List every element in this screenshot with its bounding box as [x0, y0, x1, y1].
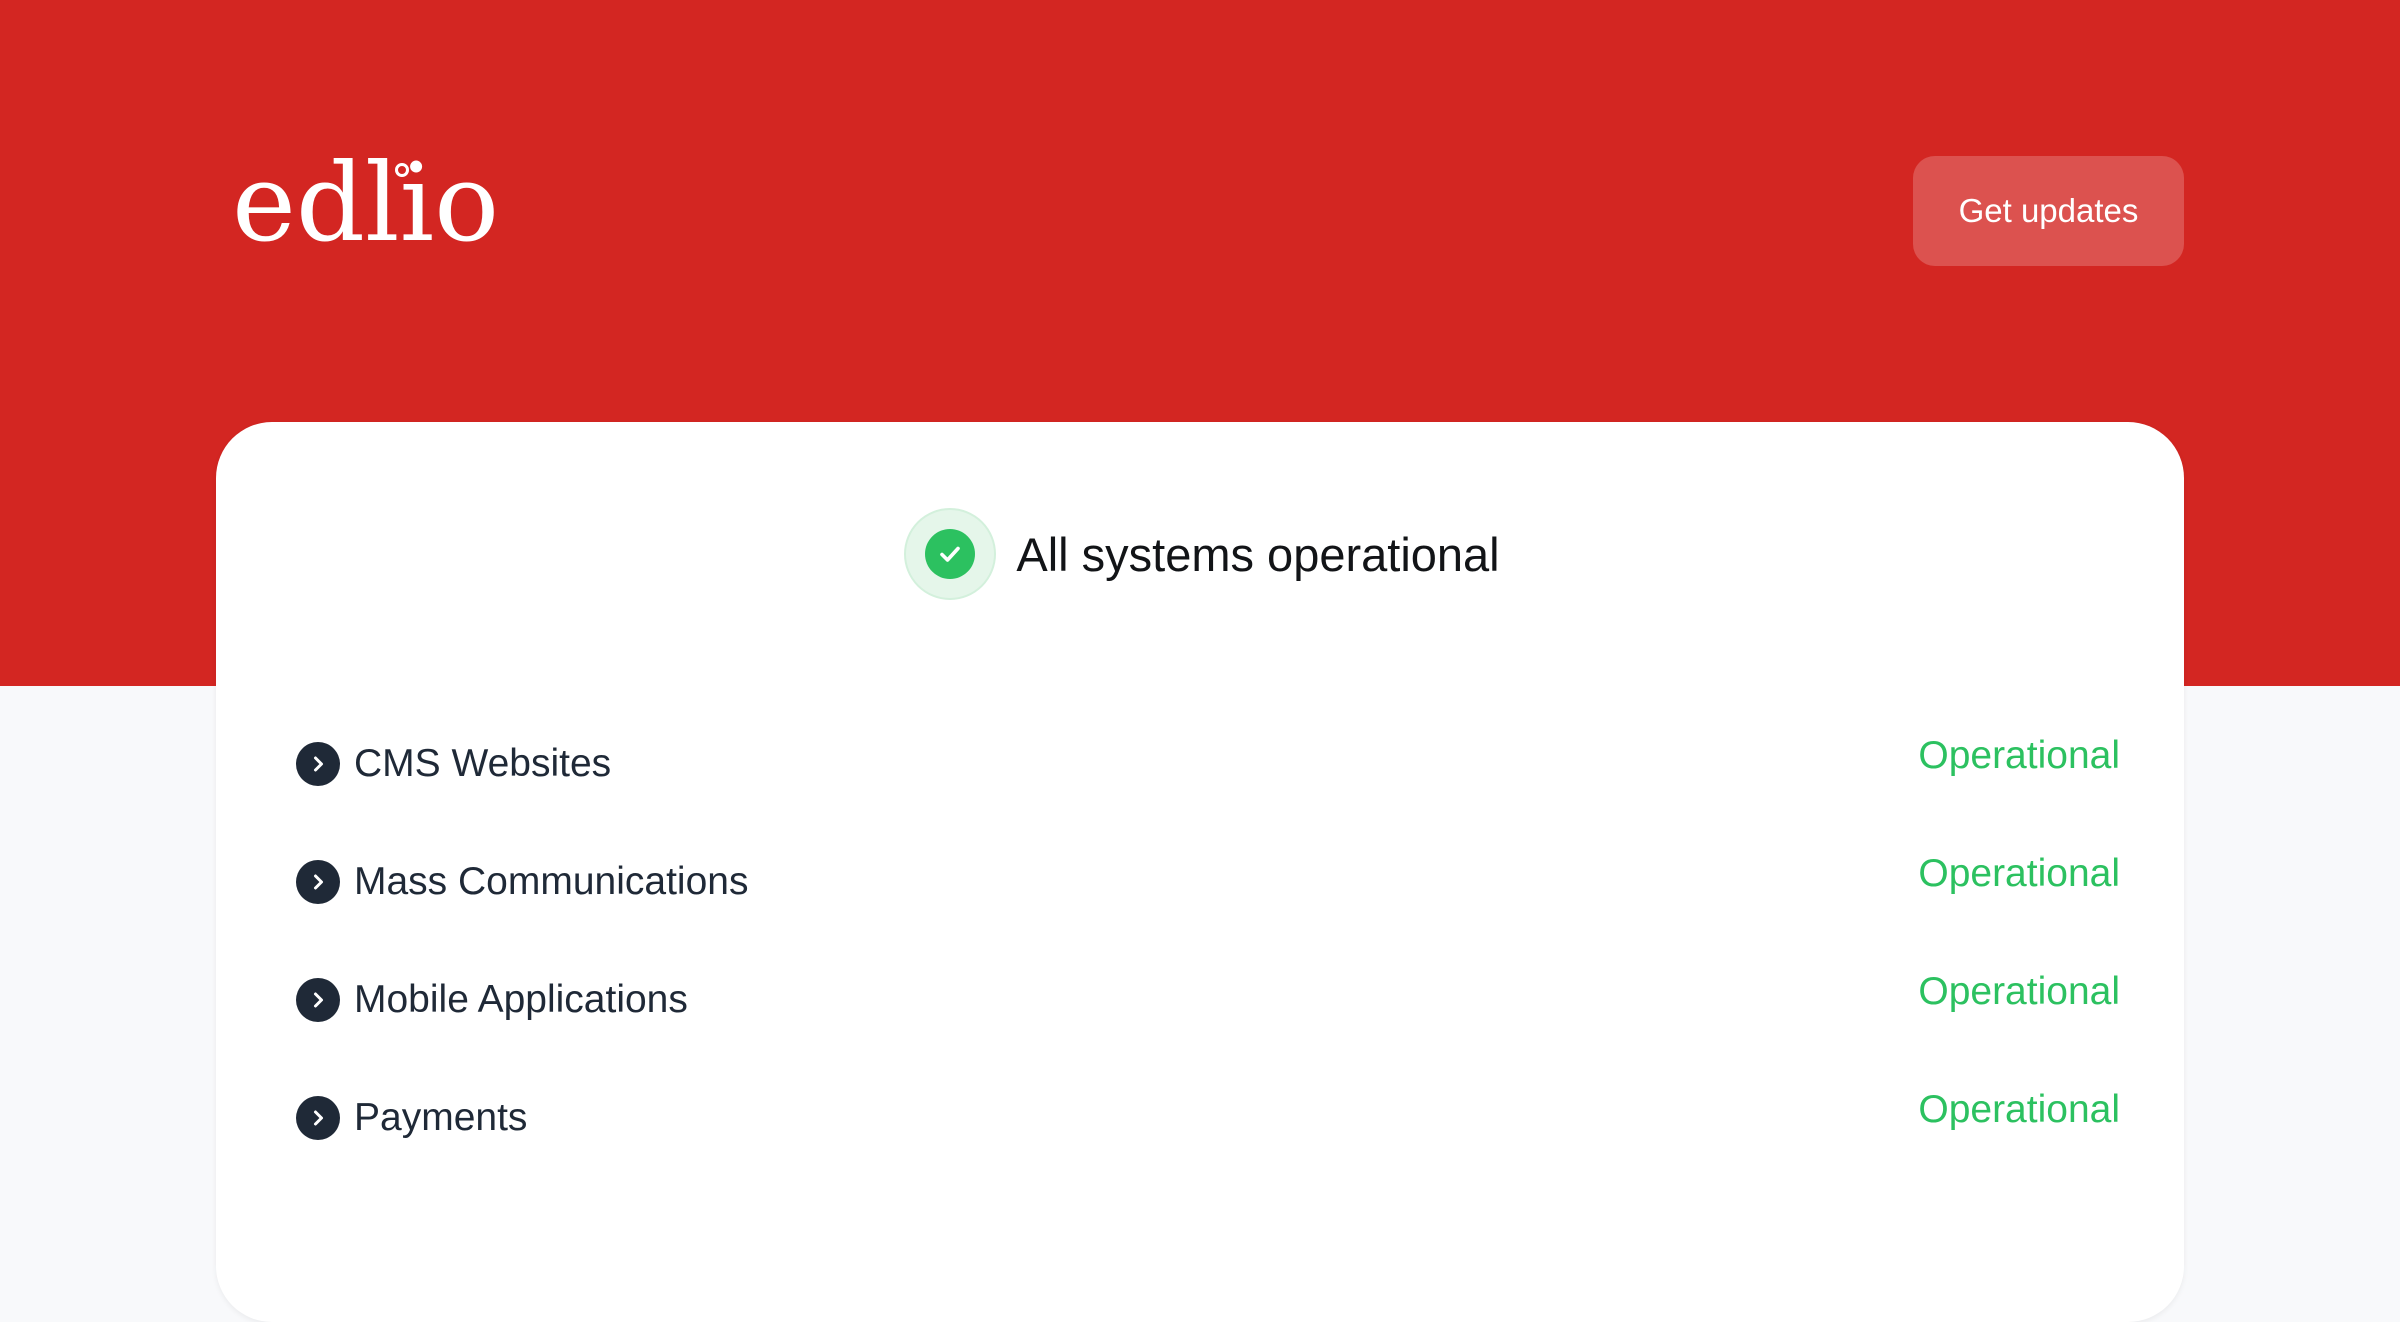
component-name: Mass Communications	[354, 860, 749, 903]
component-status: Operational	[1918, 970, 2120, 1013]
component-name: CMS Websites	[354, 742, 612, 785]
component-name: Payments	[354, 1096, 528, 1139]
status-card: All systems operational CMS Websites Ope…	[216, 422, 2184, 1322]
component-row-payments[interactable]: Payments Operational	[296, 1076, 2120, 1194]
component-status: Operational	[1918, 734, 2120, 777]
chevron-right-icon[interactable]	[296, 1096, 340, 1140]
component-status: Operational	[1918, 852, 2120, 895]
component-name: Mobile Applications	[354, 978, 688, 1021]
edlio-logo[interactable]: edlio	[232, 150, 499, 258]
chevron-right-icon[interactable]	[296, 742, 340, 786]
logo-dot-icon	[395, 163, 409, 177]
component-row-mass-communications[interactable]: Mass Communications Operational	[296, 840, 2120, 958]
get-updates-button[interactable]: Get updates	[1913, 156, 2184, 266]
component-row-cms-websites[interactable]: CMS Websites Operational	[296, 722, 2120, 840]
check-icon	[904, 508, 997, 600]
component-row-mobile-applications[interactable]: Mobile Applications Operational	[296, 958, 2120, 1076]
chevron-right-icon[interactable]	[296, 860, 340, 904]
overall-status-text: All systems operational	[1016, 527, 1500, 581]
chevron-right-icon[interactable]	[296, 978, 340, 1022]
overall-status: All systems operational	[216, 508, 2184, 600]
component-list: CMS Websites Operational Mass Communicat…	[296, 722, 2120, 1194]
component-status: Operational	[1918, 1088, 2120, 1131]
